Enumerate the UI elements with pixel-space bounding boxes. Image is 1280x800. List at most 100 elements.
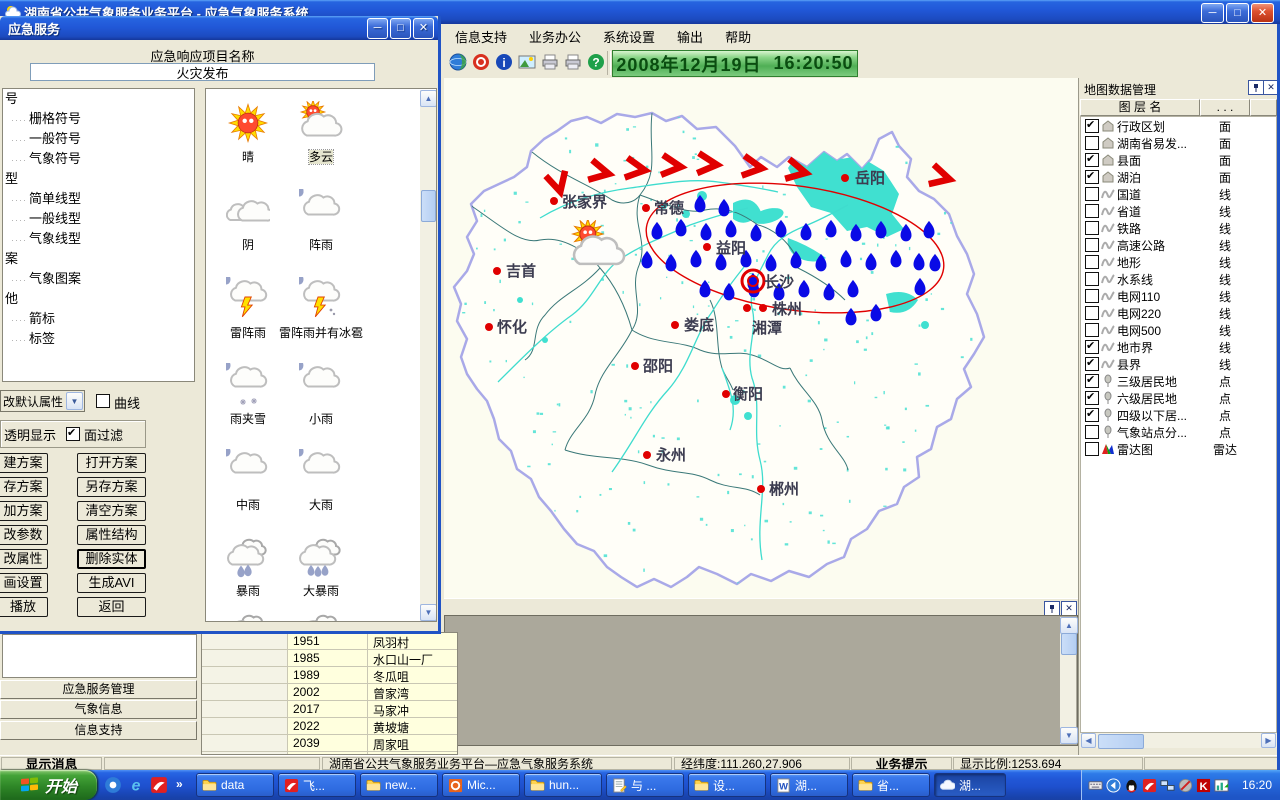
- taskbar-task-6[interactable]: 设...: [688, 773, 766, 797]
- weather-symbol-clipped[interactable]: [226, 611, 270, 622]
- dialog-minimize-button[interactable]: ─: [367, 18, 388, 39]
- menu-item-1[interactable]: 业务办公: [518, 24, 592, 49]
- pin-icon[interactable]: [1044, 601, 1060, 616]
- layer-row-地市界[interactable]: 地市界线: [1081, 338, 1276, 355]
- dialog-titlebar[interactable]: 应急服务 ─ □ ✕: [0, 16, 438, 40]
- tree-item-7[interactable]: ····气象线型: [3, 229, 194, 249]
- weather-symbol-小雨[interactable]: [299, 363, 343, 407]
- taskbar-task-5[interactable]: 与 ...: [606, 773, 684, 797]
- layer-checkbox[interactable]: [1085, 153, 1099, 167]
- scroll-left-icon[interactable]: ◀: [1081, 733, 1096, 748]
- taskbar-task-7[interactable]: W湖...: [770, 773, 848, 797]
- close-panel-icon[interactable]: ✕: [1061, 601, 1077, 616]
- scroll-up-icon[interactable]: ▲: [420, 90, 437, 107]
- weather-symbol-中雨[interactable]: [226, 449, 270, 493]
- tray-app-red[interactable]: [1142, 778, 1157, 793]
- button-改属性[interactable]: 改属性: [0, 549, 48, 569]
- taskbar-task-1[interactable]: 飞...: [278, 773, 356, 797]
- button-打开方案[interactable]: 打开方案: [77, 453, 146, 473]
- quicklaunch-ie[interactable]: e: [127, 776, 145, 794]
- layer-row-国道[interactable]: 国道线: [1081, 185, 1276, 202]
- menu-item-2[interactable]: 系统设置: [592, 24, 666, 49]
- start-button[interactable]: 开始: [0, 770, 97, 800]
- nav-information-support[interactable]: 信息支持: [0, 721, 197, 740]
- tree-item-5[interactable]: ····简单线型: [3, 189, 194, 209]
- menu-item-0[interactable]: 信息支持: [444, 24, 518, 49]
- tree-item-1[interactable]: ····栅格符号: [3, 109, 194, 129]
- tray-clock[interactable]: 16:20: [1242, 778, 1272, 792]
- button-加方案[interactable]: 加方案: [0, 501, 48, 521]
- tree-item-4[interactable]: 型: [3, 169, 194, 189]
- globe-icon[interactable]: [448, 52, 468, 72]
- table-row[interactable]: 1989冬瓜咀: [202, 667, 457, 684]
- help-icon[interactable]: ?: [586, 52, 606, 72]
- weather-symbol-阵雨[interactable]: [299, 189, 343, 233]
- face-filter-checkbox[interactable]: [66, 427, 80, 441]
- tray-chart[interactable]: [1214, 778, 1229, 793]
- tray-kaspersky[interactable]: K: [1196, 778, 1211, 793]
- minimize-button[interactable]: ─: [1201, 3, 1224, 23]
- taskbar-task-9[interactable]: 湖...: [934, 773, 1006, 797]
- layer-row-铁路[interactable]: 铁路线: [1081, 219, 1276, 236]
- tree-item-12[interactable]: ····标签: [3, 329, 194, 349]
- image-icon[interactable]: [517, 52, 537, 72]
- column-header-layer-name[interactable]: 图 层 名: [1080, 99, 1200, 116]
- tree-item-3[interactable]: ····气象符号: [3, 149, 194, 169]
- tray-network[interactable]: [1160, 778, 1175, 793]
- weather-symbol-雨夹雪[interactable]: [226, 363, 270, 407]
- column-header-extra[interactable]: [1250, 99, 1277, 116]
- layer-checkbox[interactable]: [1085, 442, 1099, 456]
- scroll-down-icon[interactable]: ▼: [1060, 727, 1078, 744]
- layer-row-水系线[interactable]: 水系线线: [1081, 270, 1276, 287]
- table-row[interactable]: 2039周家咀: [202, 735, 457, 752]
- bottom-panel-scrollbar[interactable]: ▲ ▼: [1060, 617, 1076, 744]
- layer-checkbox[interactable]: [1085, 408, 1099, 422]
- button-播放[interactable]: 播放: [0, 597, 48, 617]
- layer-checkbox[interactable]: [1085, 119, 1099, 133]
- quicklaunch-flyim[interactable]: [150, 776, 168, 794]
- weather-symbol-晴[interactable]: [226, 101, 270, 145]
- symbol-scrollbar[interactable]: ▲ ▼: [420, 90, 436, 621]
- scroll-down-icon[interactable]: ▼: [420, 604, 437, 621]
- tree-item-9[interactable]: ····气象图案: [3, 269, 194, 289]
- quicklaunch-overflow-chevron[interactable]: »: [176, 777, 183, 791]
- weather-symbol-雷阵雨并有冰雹[interactable]: [299, 277, 343, 321]
- layer-checkbox[interactable]: [1085, 136, 1099, 150]
- weather-symbol-多云[interactable]: [299, 101, 343, 145]
- layers-hscrollbar[interactable]: ◀ ▶: [1080, 733, 1277, 748]
- layer-row-电网110[interactable]: 电网110线: [1081, 287, 1276, 304]
- layer-checkbox[interactable]: [1085, 289, 1099, 303]
- layer-checkbox[interactable]: [1085, 340, 1099, 354]
- table-row[interactable]: 2002曾家湾: [202, 684, 457, 701]
- print-icon[interactable]: [540, 52, 560, 72]
- button-改参数[interactable]: 改参数: [0, 525, 48, 545]
- taskbar-task-8[interactable]: 省...: [852, 773, 930, 797]
- layer-row-气象站点分...[interactable]: 气象站点分...点: [1081, 423, 1276, 440]
- layer-checkbox[interactable]: [1085, 357, 1099, 371]
- print2-icon[interactable]: [563, 52, 583, 72]
- layer-checkbox[interactable]: [1085, 204, 1099, 218]
- quicklaunch-msn[interactable]: [104, 776, 122, 794]
- nav-emergency-service-management[interactable]: 应急服务管理: [0, 680, 197, 699]
- layer-row-四级以下居...[interactable]: 四级以下居...点: [1081, 406, 1276, 423]
- layer-checkbox[interactable]: [1085, 306, 1099, 320]
- tree-item-2[interactable]: ····一般符号: [3, 129, 194, 149]
- button-另存方案[interactable]: 另存方案: [77, 477, 146, 497]
- layer-row-高速公路[interactable]: 高速公路线: [1081, 236, 1276, 253]
- tray-keyboard[interactable]: [1088, 778, 1103, 793]
- tray-blocked[interactable]: [1178, 778, 1193, 793]
- layer-row-县面[interactable]: 县面面: [1081, 151, 1276, 168]
- layer-row-电网220[interactable]: 电网220线: [1081, 304, 1276, 321]
- layer-checkbox[interactable]: [1085, 374, 1099, 388]
- button-存方案[interactable]: 存方案: [0, 477, 48, 497]
- layer-row-雷达图[interactable]: 雷达图雷达: [1081, 440, 1276, 457]
- table-row[interactable]: 2022黄坡塘: [202, 718, 457, 735]
- default-attr-dropdown[interactable]: 改默认属性 ▼: [0, 390, 85, 412]
- tree-item-11[interactable]: ····箭标: [3, 309, 194, 329]
- tree-item-0[interactable]: 号: [3, 89, 194, 109]
- layer-checkbox[interactable]: [1085, 425, 1099, 439]
- curve-checkbox[interactable]: [96, 394, 110, 408]
- scroll-up-icon[interactable]: ▲: [1060, 617, 1078, 634]
- layer-row-三级居民地[interactable]: 三级居民地点: [1081, 372, 1276, 389]
- table-row[interactable]: 1951凤羽村: [202, 633, 457, 650]
